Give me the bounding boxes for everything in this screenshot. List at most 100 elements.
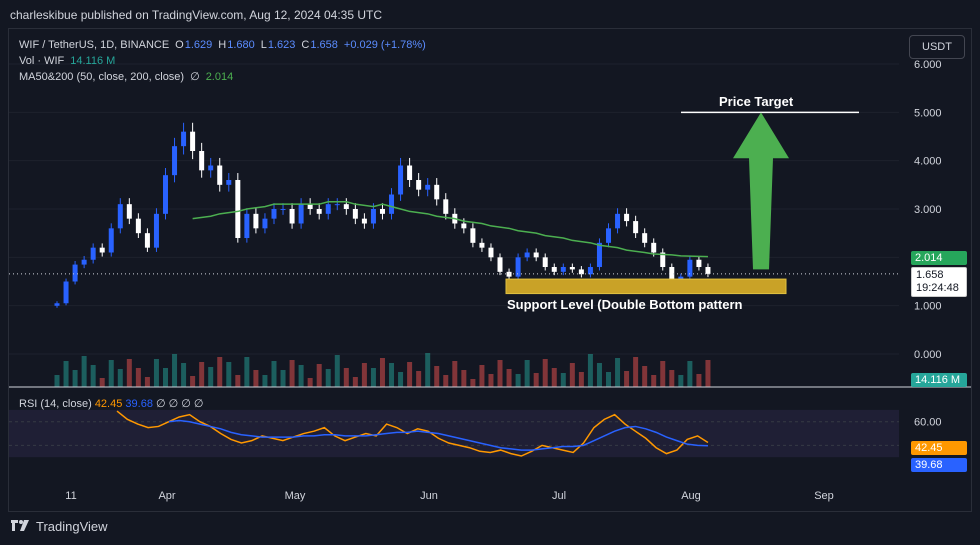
price-axis-tick: 0.000: [914, 349, 942, 361]
volume-bar: [515, 374, 521, 387]
volume-bar: [271, 361, 277, 387]
candle-body: [651, 242, 657, 253]
candle-body: [524, 252, 530, 258]
candle-body: [642, 233, 648, 243]
time-axis-tick: May: [285, 490, 306, 502]
volume-tag: 14.116 M: [911, 373, 967, 387]
volume-bar: [497, 360, 503, 387]
rsi-empty-values: ∅ ∅ ∅ ∅: [156, 398, 204, 410]
candle-body: [172, 146, 178, 176]
volume-bar: [253, 370, 259, 387]
rsi-label[interactable]: RSI (14, close): [19, 398, 92, 410]
candle-body: [226, 180, 232, 185]
candle-body: [606, 228, 612, 243]
candle-body: [497, 257, 503, 272]
candle-body: [479, 242, 485, 248]
rsi-value: 42.45: [94, 398, 123, 410]
volume-bar: [633, 357, 639, 387]
low-value: 1.623: [267, 39, 296, 51]
candle-body: [705, 267, 711, 274]
candle-body: [425, 184, 431, 190]
volume-bar: [596, 363, 602, 387]
rsi-legend: RSI (14, close) 42.45 39.68 ∅ ∅ ∅ ∅: [19, 397, 204, 410]
price-axis-tick: 5.000: [914, 107, 942, 119]
volume-bar: [651, 375, 657, 387]
volume-label[interactable]: Vol · WIF: [19, 53, 64, 69]
volume-bar: [542, 359, 548, 387]
volume-bar: [235, 375, 241, 387]
price-axis-tick: 4.000: [914, 156, 942, 168]
volume-bar: [135, 368, 141, 387]
candle-body: [624, 213, 630, 222]
candle-body: [352, 209, 358, 219]
volume-bar: [153, 359, 159, 387]
volume-bar: [434, 366, 440, 387]
time-axis-tick: Apr: [158, 490, 175, 502]
candle-body: [542, 257, 548, 267]
volume-bar: [90, 365, 96, 387]
candle-body: [235, 180, 241, 238]
high-value: 1.680: [227, 39, 255, 51]
volume-bar: [461, 370, 467, 387]
volume-bar: [325, 369, 331, 387]
volume-bar: [72, 370, 78, 387]
candle-body: [398, 165, 404, 195]
candle-body: [615, 213, 621, 229]
candle-body: [262, 218, 268, 229]
volume-bar: [389, 363, 395, 387]
volume-bar: [569, 363, 575, 387]
chart-legend: WIF / TetherUS, 1D, BINANCE O 1.629 H 1.68…: [19, 37, 426, 85]
currency-button[interactable]: USDT: [909, 35, 965, 59]
candle-body: [217, 165, 223, 185]
symbol-label[interactable]: WIF / TetherUS, 1D, BINANCE: [19, 37, 169, 53]
volume-bar: [54, 375, 60, 387]
rsi-axis-tick: 60.00: [914, 417, 942, 429]
candle-body: [63, 281, 69, 304]
volume-legend-row: Vol · WIF 14.116 M: [19, 53, 426, 69]
high-label: H: [218, 39, 227, 51]
candle-body: [515, 257, 521, 277]
price-axis-tick: 1.000: [914, 301, 942, 313]
candle-body: [325, 204, 331, 214]
price-target-label: Price Target: [719, 94, 794, 109]
volume-bar: [199, 362, 205, 387]
candle-body: [190, 131, 196, 151]
volume-bar: [443, 375, 449, 387]
candle-body: [596, 242, 602, 267]
chart-panel[interactable]: WIF / TetherUS, 1D, BINANCE O 1.629 H 1.68…: [8, 28, 972, 512]
volume-bar: [262, 375, 268, 387]
volume-bar: [181, 363, 187, 387]
candle-body: [144, 233, 150, 248]
volume-bar: [352, 377, 358, 387]
ma-label[interactable]: MA50&200 (50, close, 200, close): [19, 69, 184, 85]
candle-body: [551, 267, 557, 272]
candle-body: [253, 213, 259, 229]
volume-bar: [606, 372, 612, 387]
volume-bar: [244, 357, 250, 387]
volume-bar: [81, 356, 87, 387]
volume-bar: [334, 355, 340, 387]
candle-body: [361, 218, 367, 224]
candle-body: [126, 204, 132, 219]
ma-price-tag: 2.014: [911, 251, 967, 265]
volume-bar: [108, 360, 114, 387]
footer-brand[interactable]: TradingView: [10, 519, 108, 534]
volume-bar: [316, 364, 322, 387]
close-label: C: [301, 39, 310, 51]
rsi-ma-tag: 39.68: [911, 458, 967, 472]
volume-bar: [298, 365, 304, 387]
price-axis-tick: 6.000: [914, 59, 942, 71]
candle-body: [199, 151, 205, 171]
volume-bar: [560, 373, 566, 387]
candle-body: [108, 228, 114, 253]
tradingview-logo-icon: [11, 519, 29, 531]
volume-bar: [289, 360, 295, 387]
volume-bar: [615, 358, 621, 387]
volume-bar: [696, 374, 702, 387]
ma-value: 2.014: [205, 71, 234, 83]
time-axis-tick: 11: [65, 490, 76, 502]
candle-body: [208, 165, 214, 171]
volume-bar: [587, 354, 593, 387]
candle-body: [334, 204, 340, 206]
volume-bar: [416, 371, 422, 387]
